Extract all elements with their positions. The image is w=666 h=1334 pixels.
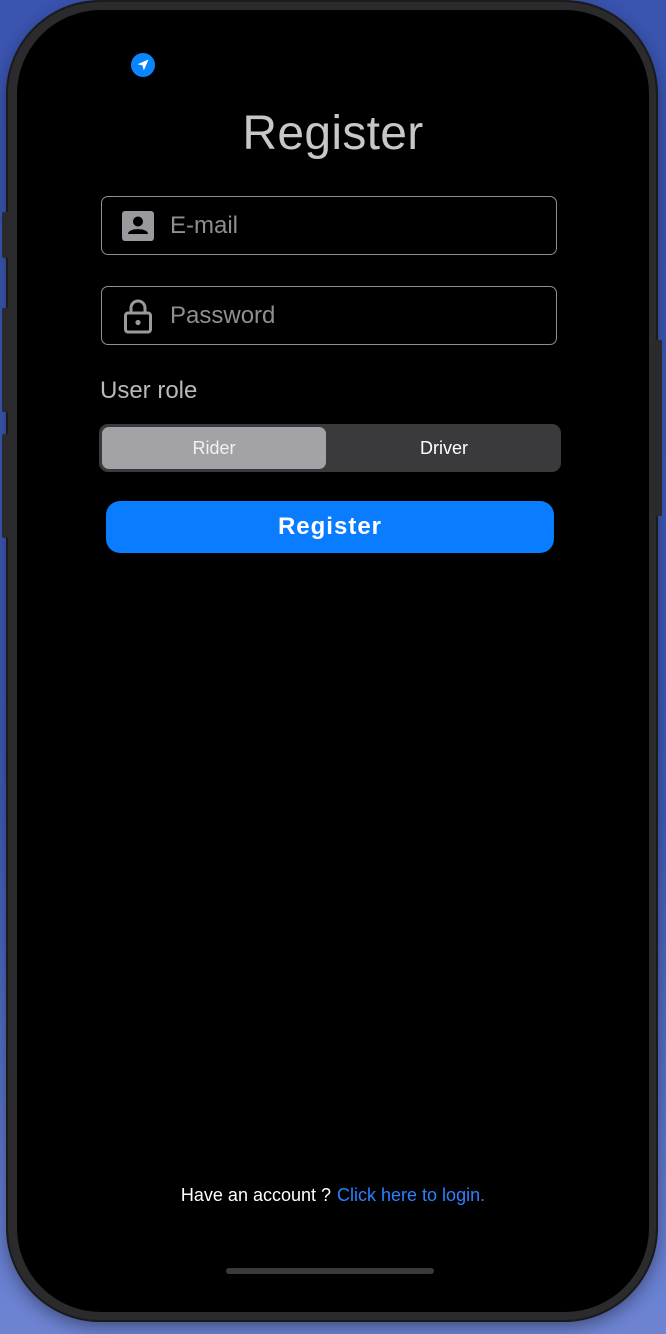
user-role-label: User role [100, 377, 198, 404]
role-option-driver[interactable]: Driver [330, 427, 558, 469]
page-title: Register [242, 107, 424, 160]
password-field[interactable]: Password [101, 286, 557, 345]
user-role-segmented-control: Rider Driver [99, 424, 561, 472]
volume-down-button [2, 434, 10, 538]
power-button [654, 340, 662, 516]
email-field[interactable]: E-mail [101, 196, 557, 255]
home-indicator[interactable] [226, 1268, 434, 1274]
password-placeholder: Password [170, 301, 276, 329]
email-placeholder: E-mail [170, 211, 239, 239]
volume-up-button [2, 308, 10, 412]
app-screen: Register E-mail Password User role Rider… [17, 10, 649, 1312]
register-button[interactable]: Register [106, 501, 554, 553]
lock-icon [120, 298, 156, 334]
login-prompt: Have an account ? Click here to login. [17, 1185, 649, 1206]
have-account-text: Have an account ? [180, 1185, 332, 1205]
login-link[interactable]: Click here to login. [337, 1185, 485, 1205]
location-arrow-icon [131, 53, 155, 77]
mute-switch [2, 212, 10, 258]
person-card-icon [120, 208, 156, 244]
role-option-rider[interactable]: Rider [102, 427, 326, 469]
